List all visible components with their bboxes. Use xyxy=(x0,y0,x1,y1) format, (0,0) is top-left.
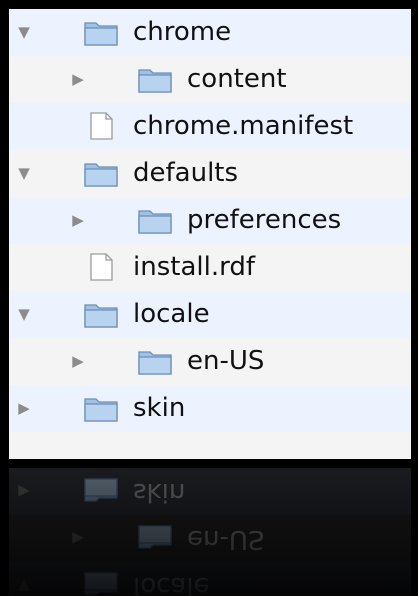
reflection-fade xyxy=(9,459,411,596)
tree-row-label: defaults xyxy=(133,158,239,188)
folder-icon xyxy=(83,299,119,329)
tree-row-label: skin xyxy=(133,393,186,423)
disclosure-triangle-right-icon[interactable]: ▶ xyxy=(67,197,89,244)
folder-icon xyxy=(83,17,119,47)
tree-reflection: ▼ locale▶ en-US▶ skin xyxy=(9,459,411,596)
folder-icon xyxy=(137,346,173,376)
disclosure-triangle-down-icon[interactable]: ▼ xyxy=(13,9,35,56)
folder-icon xyxy=(137,205,173,235)
tree-row-label: en-US xyxy=(187,346,265,376)
tree-row-label: chrome xyxy=(133,17,232,47)
tree-row-defaults[interactable]: ▼ defaults xyxy=(9,150,411,197)
tree-row-label: content xyxy=(187,64,287,94)
tree-row-en-us[interactable]: ▶ en-US xyxy=(9,338,411,385)
tree-row-skin[interactable]: ▶ skin xyxy=(9,385,411,432)
document-icon xyxy=(83,252,119,282)
tree-row-label: chrome.manifest xyxy=(133,111,354,141)
folder-icon xyxy=(83,158,119,188)
tree-row-locale[interactable]: ▼ locale xyxy=(9,291,411,338)
tree-row-label: preferences xyxy=(187,205,342,235)
tree-row-install-rdf[interactable]: install.rdf xyxy=(9,244,411,291)
disclosure-triangle-right-icon[interactable]: ▶ xyxy=(13,385,35,432)
disclosure-triangle-right-icon[interactable]: ▶ xyxy=(67,56,89,103)
disclosure-triangle-down-icon[interactable]: ▼ xyxy=(13,291,35,338)
tree-row-preferences[interactable]: ▶ preferences xyxy=(9,197,411,244)
disclosure-triangle-right-icon[interactable]: ▶ xyxy=(67,338,89,385)
disclosure-triangle-down-icon[interactable]: ▼ xyxy=(13,150,35,197)
tree-row-chrome-manifest[interactable]: chrome.manifest xyxy=(9,103,411,150)
tree-row-label: install.rdf xyxy=(133,252,255,282)
tree-row-label: locale xyxy=(133,299,210,329)
tree-row-content[interactable]: ▶ content xyxy=(9,56,411,103)
file-tree: ▼ chrome ▶ content chrome.manifest ▼ defau… xyxy=(9,9,411,459)
document-icon xyxy=(83,111,119,141)
folder-icon xyxy=(137,64,173,94)
folder-icon xyxy=(83,393,119,423)
tree-row-chrome[interactable]: ▼ chrome xyxy=(9,9,411,56)
